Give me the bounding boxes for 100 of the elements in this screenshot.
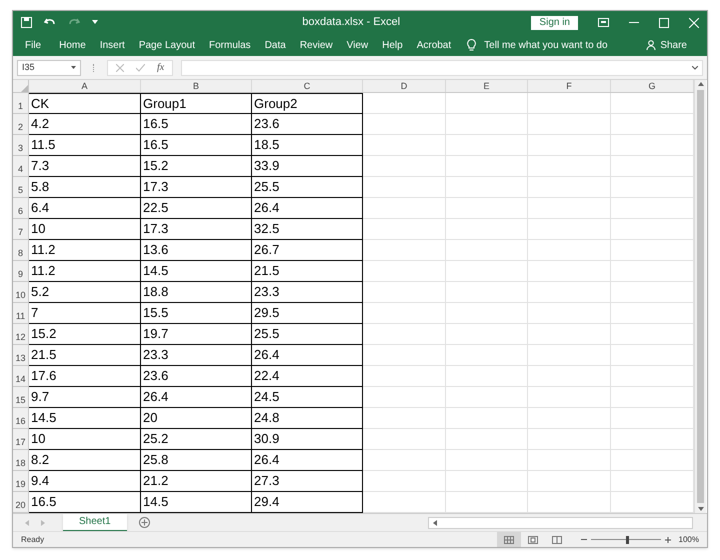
expand-caret-icon: [692, 66, 698, 70]
name-box[interactable]: I35: [17, 60, 81, 76]
zoom-slider[interactable]: [590, 536, 661, 544]
ribbon-tab[interactable]: File: [25, 38, 42, 52]
table-cell: 25.2: [141, 429, 252, 450]
ribbon-tab[interactable]: Formulas: [209, 38, 251, 52]
table-cell: 15.2: [141, 156, 252, 177]
table-cell: CK: [29, 93, 141, 114]
row-header[interactable]: 10: [13, 282, 29, 303]
table-cell: 21.2: [141, 471, 252, 492]
customize-caret-icon[interactable]: [92, 20, 98, 25]
row-header[interactable]: 3: [13, 135, 29, 156]
scroll-up-icon[interactable]: [698, 82, 704, 86]
vertical-scrollbar[interactable]: [694, 80, 706, 513]
table-cell: 11.5: [29, 135, 141, 156]
save-icon[interactable]: [21, 17, 32, 28]
table-cell: 17.3: [141, 219, 252, 240]
ribbon-display-icon[interactable]: [598, 18, 609, 27]
table-cell: 10: [29, 219, 141, 240]
row-header[interactable]: 15: [13, 387, 29, 408]
maximize-icon[interactable]: [659, 18, 669, 28]
table-cell: 16.5: [141, 114, 252, 135]
table-cell: Group1: [141, 93, 252, 114]
table-cell: 14.5: [141, 261, 252, 282]
enter-check-icon[interactable]: [136, 64, 145, 72]
table-cell: 15.5: [141, 303, 252, 324]
table-cell: 22.5: [141, 198, 252, 219]
row-header[interactable]: 8: [13, 240, 29, 261]
row-header[interactable]: 6: [13, 198, 29, 219]
row-header[interactable]: 9: [13, 261, 29, 282]
row-header[interactable]: 13: [13, 345, 29, 366]
page-layout-icon: [528, 536, 538, 544]
zoom-in-icon[interactable]: [664, 536, 671, 542]
row-header[interactable]: 2: [13, 114, 29, 135]
ribbon-tab[interactable]: Home: [59, 38, 86, 52]
table-cell: 5.8: [29, 177, 141, 198]
ribbon-tab[interactable]: Page Layout: [138, 38, 195, 52]
table-cell: 26.4: [252, 345, 363, 366]
row-header[interactable]: 20: [13, 492, 29, 513]
column-header[interactable]: D: [363, 80, 446, 92]
ribbon-tab[interactable]: Help: [382, 38, 403, 52]
corner-triangle-icon: [21, 85, 28, 92]
scroll-down-icon[interactable]: [698, 507, 704, 511]
table-cell: 17.6: [29, 366, 141, 387]
column-header[interactable]: E: [446, 80, 528, 92]
sign-in-button[interactable]: Sign in: [531, 16, 578, 30]
table-cell: 29.5: [252, 303, 363, 324]
minimize-icon[interactable]: [629, 22, 639, 24]
table-cell: 21.5: [29, 345, 141, 366]
ribbon-tab[interactable]: Insert: [100, 38, 125, 52]
row-header[interactable]: 5: [13, 177, 29, 198]
view-button[interactable]: [496, 532, 521, 547]
sheet-tab[interactable]: Sheet1: [63, 514, 127, 532]
row-header[interactable]: 17: [13, 429, 29, 450]
table-cell: 8.2: [29, 450, 141, 471]
table-cell: 6.4: [29, 198, 141, 219]
row-header[interactable]: 1: [13, 93, 29, 114]
table-cell: 24.5: [252, 387, 363, 408]
column-header[interactable]: F: [528, 80, 611, 92]
table-cell: 10: [29, 429, 141, 450]
table-cell: 23.3: [141, 345, 252, 366]
table-cell: 32.5: [252, 219, 363, 240]
row-header[interactable]: 16: [13, 408, 29, 429]
status-text: Ready: [21, 534, 44, 546]
table-cell: 20: [141, 408, 252, 429]
horizontal-scrollbar[interactable]: [428, 516, 693, 528]
row-header[interactable]: 18: [13, 450, 29, 471]
ribbon-tab[interactable]: Data: [264, 38, 286, 52]
insert-function-button[interactable]: fx: [157, 60, 164, 75]
formula-input[interactable]: [181, 60, 703, 76]
scroll-left-icon[interactable]: [433, 520, 437, 526]
table-cell: 15.2: [29, 324, 141, 345]
column-header[interactable]: C: [252, 80, 363, 92]
row-header[interactable]: 11: [13, 303, 29, 324]
share-button[interactable]: Share: [646, 38, 687, 52]
row-header[interactable]: 12: [13, 324, 29, 345]
row-header[interactable]: 7: [13, 219, 29, 240]
table-cell: 7.3: [29, 156, 141, 177]
row-header[interactable]: 14: [13, 366, 29, 387]
window-title: boxdata.xlsx - Excel: [301, 15, 402, 30]
add-sheet-icon[interactable]: [138, 517, 150, 528]
column-header[interactable]: B: [141, 80, 252, 92]
table-cell: 21.5: [252, 261, 363, 282]
ribbon-tab[interactable]: Acrobat: [416, 38, 452, 52]
row-header[interactable]: 19: [13, 471, 29, 492]
table-cell: 23.3: [252, 282, 363, 303]
zoom-level[interactable]: 100%: [678, 534, 699, 546]
table-cell: 14.5: [29, 408, 141, 429]
column-header[interactable]: A: [29, 80, 141, 92]
lightbulb-icon: [467, 39, 476, 51]
row-header[interactable]: 4: [13, 156, 29, 177]
ribbon-tab[interactable]: View: [346, 38, 368, 52]
tell-me-field[interactable]: Tell me what you want to do: [484, 38, 608, 52]
table-cell: 27.3: [252, 471, 363, 492]
table-cell: 25.5: [252, 324, 363, 345]
close-icon[interactable]: [689, 18, 699, 28]
ribbon-tab[interactable]: Review: [300, 38, 333, 52]
table-cell: 9.4: [29, 471, 141, 492]
table-cell: 18.5: [252, 135, 363, 156]
table-cell: 17.3: [141, 177, 252, 198]
